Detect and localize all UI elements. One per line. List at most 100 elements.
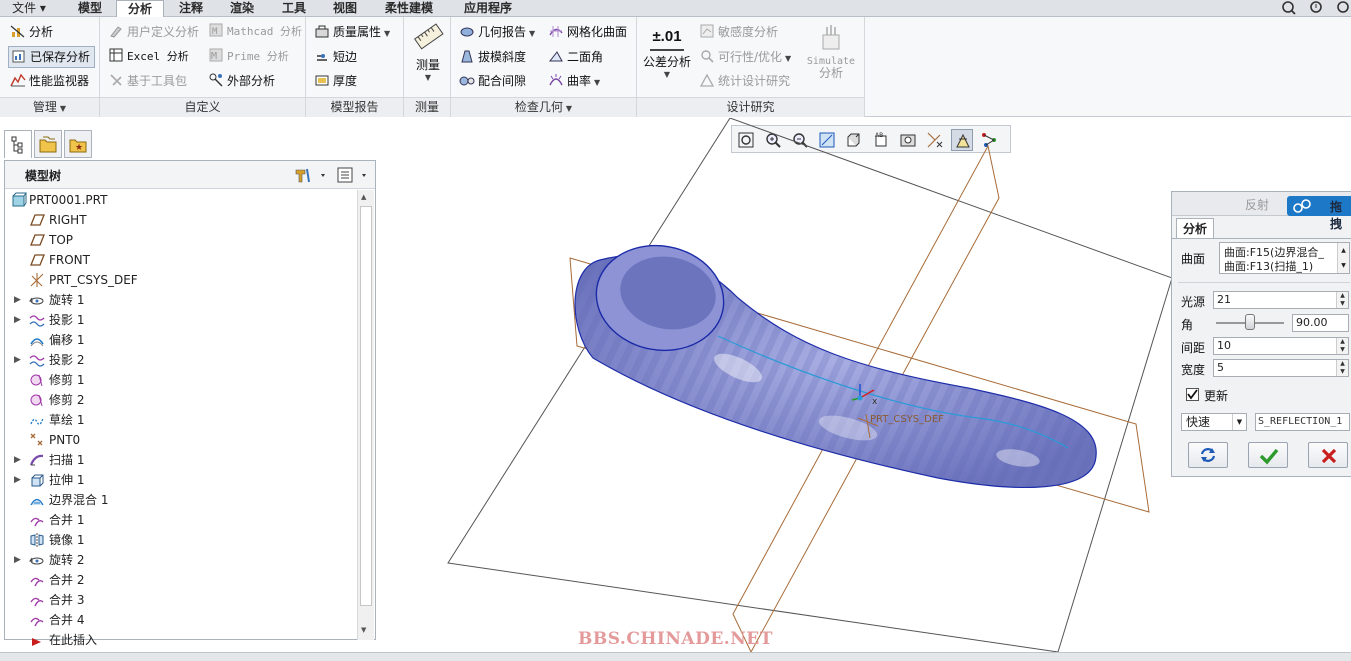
- measure-button[interactable]: 测量 ▼: [408, 21, 448, 91]
- expand-arrow-icon[interactable]: ▶: [14, 290, 21, 310]
- tree-item[interactable]: ▶ 投影 1: [5, 310, 355, 330]
- tree-item[interactable]: ▶ 拉伸 1: [5, 470, 355, 490]
- tab-render[interactable]: 渲染: [219, 0, 265, 17]
- mathcad-analysis-button[interactable]: M Mathcad 分析: [206, 21, 302, 43]
- surface-collector[interactable]: 曲面:F15(边界混合_ 曲面:F13(扫描_1) ▲ ▼: [1219, 242, 1350, 274]
- tree-item[interactable]: 合并 4: [5, 610, 355, 630]
- short-edge-button[interactable]: 短边: [312, 46, 357, 68]
- tab-file[interactable]: 文件 ▾: [2, 0, 56, 17]
- ok-button[interactable]: [1248, 442, 1288, 468]
- tree-item[interactable]: FRONT: [5, 250, 355, 270]
- tree-settings-button[interactable]: [293, 166, 333, 184]
- tree-item[interactable]: PNT0: [5, 430, 355, 450]
- mass-properties-button[interactable]: 质量属性 ▼: [312, 21, 390, 43]
- scrollbar-thumb[interactable]: [360, 206, 372, 606]
- tab-model[interactable]: 模型: [67, 0, 113, 17]
- tree-item[interactable]: 合并 3: [5, 590, 355, 610]
- feasibility-optimization-button[interactable]: 可行性/优化 ▼: [697, 46, 791, 68]
- prime-analysis-button[interactable]: M Prime 分析: [206, 46, 289, 68]
- tree-item[interactable]: ▶ 扫描 1: [5, 450, 355, 470]
- mode-select[interactable]: 快速 ▼: [1181, 413, 1247, 431]
- angle-input[interactable]: 90.00: [1292, 314, 1349, 332]
- tree-item[interactable]: TOP: [5, 230, 355, 250]
- cancel-button[interactable]: [1308, 442, 1348, 468]
- scroll-down-icon[interactable]: ▼: [361, 626, 366, 634]
- analysis-name-input[interactable]: S_REFLECTION_1: [1255, 413, 1350, 431]
- tree-item[interactable]: 合并 1: [5, 510, 355, 530]
- light-spinner[interactable]: ▲ ▼: [1336, 292, 1348, 308]
- group-design-study: ±.01 公差分析 ▼ 敏感度分析 可行性/优化 ▼ 统计设计研究 Simulat…: [637, 17, 865, 117]
- tree-item[interactable]: ▶ 旋转 2: [5, 550, 355, 570]
- tree-item[interactable]: ▶ 旋转 1: [5, 290, 355, 310]
- tree-item[interactable]: ▶ 投影 2: [5, 350, 355, 370]
- spacing-spinner[interactable]: ▲ ▼: [1336, 338, 1348, 354]
- graphics-viewport[interactable]: x PRT_CSYS_DEF: [378, 118, 1171, 652]
- expand-arrow-icon[interactable]: ▶: [14, 550, 21, 570]
- statistical-design-study-button[interactable]: 统计设计研究: [697, 70, 790, 92]
- tree-scrollbar[interactable]: ▲ ▼: [357, 190, 374, 640]
- tolerance-icon: ±.01: [650, 23, 684, 51]
- tree-show-button[interactable]: [335, 166, 373, 184]
- group-inspect-geometry-title[interactable]: 检查几何 ▼: [451, 97, 636, 117]
- width-spinner[interactable]: ▲ ▼: [1336, 360, 1348, 376]
- analysis-button[interactable]: 分析: [8, 21, 53, 43]
- draft-button[interactable]: 拔模斜度: [457, 46, 526, 68]
- scroll-up-icon[interactable]: ▲: [361, 193, 366, 201]
- tab-flexible-modeling[interactable]: 柔性建模: [374, 0, 444, 17]
- expand-arrow-icon[interactable]: ▶: [14, 310, 21, 330]
- toolkit-based-button[interactable]: 基于工具包: [106, 70, 187, 92]
- tree-item[interactable]: PRT0001.PRT: [5, 190, 355, 210]
- sensitivity-analysis-button[interactable]: 敏感度分析: [697, 21, 778, 43]
- group-manage-title[interactable]: 管理 ▼: [0, 97, 99, 117]
- thickness-button[interactable]: 厚度: [312, 70, 357, 92]
- tree-item[interactable]: RIGHT: [5, 210, 355, 230]
- excel-analysis-button[interactable]: Excel 分析: [106, 46, 189, 68]
- tab-analysis[interactable]: 分析: [116, 0, 164, 18]
- tree-item[interactable]: 草绘 1: [5, 410, 355, 430]
- status-bar: [0, 652, 1351, 661]
- clearance-button[interactable]: 配合间隙: [457, 70, 526, 92]
- tree-item[interactable]: 镜像 1: [5, 530, 355, 550]
- tree-item[interactable]: 修剪 1: [5, 370, 355, 390]
- expand-arrow-icon[interactable]: ▶: [14, 450, 21, 470]
- repeat-button[interactable]: [1188, 442, 1228, 468]
- geometry-report-button[interactable]: 几何报告 ▼: [457, 21, 535, 43]
- tab-model-tree[interactable]: [4, 130, 32, 158]
- tab-tools[interactable]: 工具: [271, 0, 317, 17]
- tree-item[interactable]: 修剪 2: [5, 390, 355, 410]
- tree-item[interactable]: PRT_CSYS_DEF: [5, 270, 355, 290]
- saved-analysis-button[interactable]: 已保存分析: [8, 46, 95, 68]
- width-input[interactable]: 5 ▲ ▼: [1213, 359, 1349, 377]
- tab-folder-browser[interactable]: [34, 130, 62, 158]
- surface-item[interactable]: 曲面:F13(扫描_1): [1224, 258, 1336, 274]
- reflection-surface[interactable]: [574, 236, 1097, 488]
- light-input[interactable]: 21 ▲ ▼: [1213, 291, 1349, 309]
- tab-analysis-section[interactable]: 分析: [1176, 218, 1214, 238]
- expand-arrow-icon[interactable]: ▶: [14, 470, 21, 490]
- user-defined-analysis-button[interactable]: 用户定义分析: [106, 21, 199, 43]
- update-checkbox[interactable]: [1186, 388, 1199, 401]
- tree-item-label: 在此插入: [49, 633, 98, 647]
- tab-applications[interactable]: 应用程序: [452, 0, 524, 17]
- mesh-surface-button[interactable]: 网格化曲面: [546, 21, 627, 43]
- simulate-analysis-button[interactable]: Simulate 分析: [803, 21, 859, 91]
- tolerance-analysis-button[interactable]: ±.01 公差分析 ▼: [641, 21, 693, 91]
- performance-monitor-button[interactable]: 性能监视器: [8, 70, 89, 92]
- expand-arrow-icon[interactable]: ▶: [14, 350, 21, 370]
- tab-view[interactable]: 视图: [322, 0, 368, 17]
- tree-item[interactable]: 边界混合 1: [5, 490, 355, 510]
- chevron-down-icon: ▼: [1232, 414, 1246, 430]
- tree-item[interactable]: 在此插入: [5, 630, 355, 650]
- tab-favorites[interactable]: ★: [64, 130, 92, 158]
- angle-slider-thumb[interactable]: [1245, 314, 1255, 330]
- tree-item[interactable]: 偏移 1: [5, 330, 355, 350]
- dihedral-angle-button[interactable]: 二面角: [546, 46, 603, 68]
- spacing-input[interactable]: 10 ▲ ▼: [1213, 337, 1349, 355]
- external-analysis-button[interactable]: 外部分析: [206, 70, 275, 92]
- tab-annotate[interactable]: 注释: [168, 0, 214, 17]
- curvature-button[interactable]: 曲率 ▼: [546, 70, 600, 92]
- tree-item[interactable]: 合并 2: [5, 570, 355, 590]
- group-measure: 测量 ▼ 测量: [404, 17, 451, 117]
- drag-handle-button[interactable]: 拖拽: [1287, 196, 1351, 231]
- collector-scrollbar[interactable]: ▲ ▼: [1337, 243, 1349, 273]
